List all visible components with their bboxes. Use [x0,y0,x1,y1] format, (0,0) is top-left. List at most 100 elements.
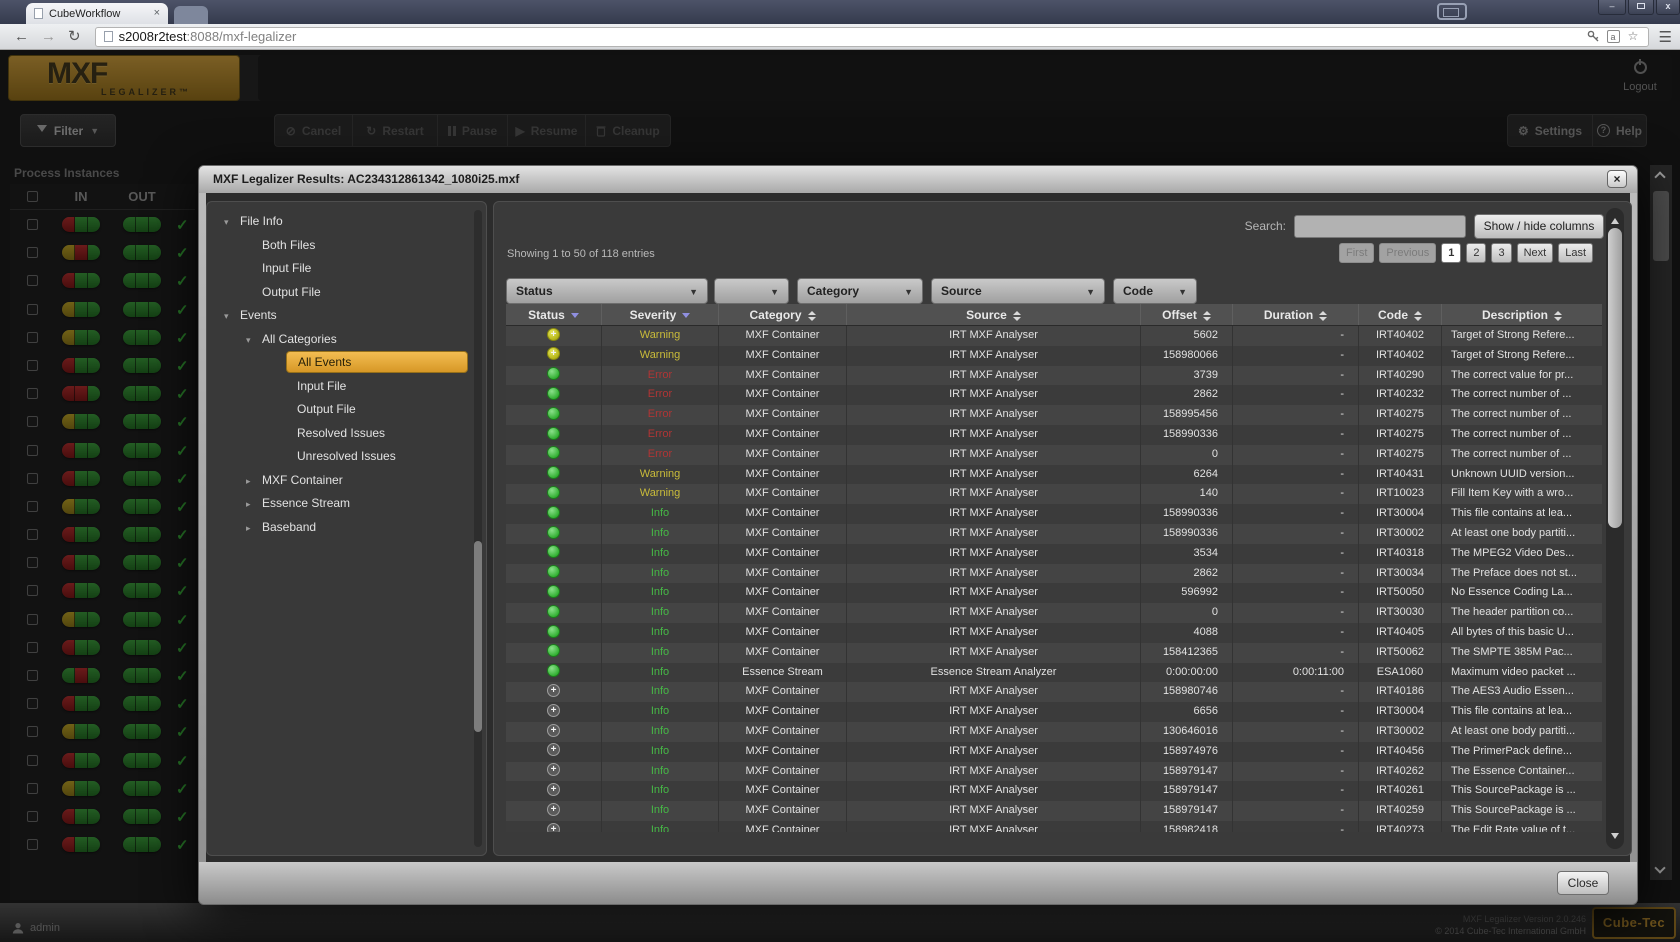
table-row[interactable]: InfoMXF ContainerIRT MXF Analyser1584123… [506,643,1602,663]
tree-item-all-categories[interactable]: ▾All Categories [207,328,486,352]
table-row[interactable]: InfoMXF ContainerIRT MXF Analyser1589903… [506,524,1602,544]
scroll-down-icon[interactable] [1654,862,1665,873]
window-minimize-button[interactable]: – [1598,0,1626,15]
offset-cell: 158974976 [1141,742,1233,762]
table-row[interactable]: InfoMXF ContainerIRT MXF Analyser6656-IR… [506,702,1602,722]
table-row[interactable]: InfoMXF ContainerIRT MXF Analyser1589791… [506,781,1602,801]
table-row[interactable]: InfoMXF ContainerIRT MXF Analyser1306460… [506,722,1602,742]
table-row[interactable]: InfoMXF ContainerIRT MXF Analyser1589749… [506,742,1602,762]
table-row[interactable]: InfoEssence StreamEssence Stream Analyze… [506,663,1602,683]
sort-both-icon [808,307,816,325]
table-row[interactable]: InfoMXF ContainerIRT MXF Analyser1589903… [506,504,1602,524]
events-table: StatusSeverity Category SourceOffsetDurati… [506,304,1602,832]
column-header-description[interactable]: Description [1442,304,1602,325]
filter-select-source[interactable]: ▼Source [931,278,1105,304]
severity-cell: Info [602,544,719,564]
table-row[interactable]: InfoMXF ContainerIRT MXF Analyser1589807… [506,682,1602,702]
translate-icon[interactable]: a [1607,30,1620,43]
page-button-2[interactable]: 2 [1466,243,1486,263]
search-input[interactable] [1294,215,1466,238]
table-row[interactable]: InfoMXF ContainerIRT MXF Analyser1589791… [506,762,1602,782]
table-row[interactable]: ErrorMXF ContainerIRT MXF Analyser2862-I… [506,385,1602,405]
table-row[interactable]: InfoMXF ContainerIRT MXF Analyser2862-IR… [506,564,1602,584]
results-table-panel: Search: Show / hide columns Showing 1 to… [493,201,1632,856]
page-button-first[interactable]: First [1339,243,1374,263]
table-row[interactable]: WarningMXF ContainerIRT MXF Analyser140-… [506,484,1602,504]
severity-cell: Info [602,682,719,702]
showing-entries-text: Showing 1 to 50 of 118 entries [507,248,655,260]
tree-item-input-file[interactable]: ▾Input File [207,257,486,281]
filter-select-severity[interactable]: ▼Severity [714,278,789,304]
tree-item-baseband[interactable]: ▸Baseband [207,516,486,540]
page-scrollbar-thumb[interactable] [1653,191,1669,261]
page-button-1[interactable]: 1 [1441,243,1461,263]
column-header-status[interactable]: Status [506,304,602,325]
column-header-code[interactable]: Code [1359,304,1442,325]
scroll-up-icon[interactable] [1654,171,1665,182]
browser-menu-icon[interactable]: ☰ [1659,28,1672,46]
filter-select-category[interactable]: ▼Category [797,278,923,304]
page-button-previous[interactable]: Previous [1379,243,1436,263]
tree-item-output-file[interactable]: ▾Output File [207,281,486,305]
back-button[interactable]: ← [14,27,29,47]
table-row[interactable]: ErrorMXF ContainerIRT MXF Analyser158995… [506,405,1602,425]
page-scrollbar[interactable] [1650,165,1672,880]
scroll-up-icon[interactable] [1611,214,1619,224]
window-maximize-button[interactable] [1628,0,1654,15]
window-close-button[interactable]: x [1656,0,1680,15]
tree-scrollbar-thumb[interactable] [474,541,482,732]
tree-item-label: Both Files [262,238,315,252]
browser-tab[interactable]: CubeWorkflow × [26,3,168,24]
table-row[interactable]: WarningMXF ContainerIRT MXF Analyser1589… [506,346,1602,366]
key-icon[interactable] [1587,30,1600,43]
tree-item-unresolved-issues[interactable]: ▾Unresolved Issues [207,445,486,469]
tree-item-essence-stream[interactable]: ▸Essence Stream [207,492,486,516]
tree-item-all-events[interactable]: ▾All Events [207,351,486,375]
table-row[interactable]: ErrorMXF ContainerIRT MXF Analyser158990… [506,425,1602,445]
close-button[interactable]: Close [1557,871,1609,895]
column-header-offset[interactable]: Offset [1141,304,1233,325]
column-header-category[interactable]: Category [719,304,847,325]
bookmark-star-icon[interactable]: ☆ [1627,30,1640,43]
column-header-duration[interactable]: Duration [1233,304,1359,325]
tree-item-output-file[interactable]: ▾Output File [207,398,486,422]
tree-item-resolved-issues[interactable]: ▾Resolved Issues [207,422,486,446]
tree-scrollbar[interactable] [474,210,482,847]
column-label: Category [749,308,801,322]
tab-stub[interactable] [174,6,208,24]
forward-button[interactable]: → [41,27,56,47]
table-row[interactable]: InfoMXF ContainerIRT MXF Analyser4088-IR… [506,623,1602,643]
table-row[interactable]: ErrorMXF ContainerIRT MXF Analyser3739-I… [506,366,1602,386]
tree-item-mxf-container[interactable]: ▸MXF Container [207,469,486,493]
filter-select-status[interactable]: ▼Status [506,278,708,304]
table-scrollbar[interactable] [1606,208,1624,849]
table-row[interactable]: InfoMXF ContainerIRT MXF Analyser1589791… [506,801,1602,821]
table-row[interactable]: InfoMXF ContainerIRT MXF Analyser0-IRT30… [506,603,1602,623]
table-row[interactable]: WarningMXF ContainerIRT MXF Analyser5602… [506,326,1602,346]
status-cell [506,583,602,603]
tree-item-both-files[interactable]: ▾Both Files [207,234,486,258]
column-header-source[interactable]: Source [847,304,1141,325]
duration-cell: - [1233,682,1359,702]
table-row[interactable]: WarningMXF ContainerIRT MXF Analyser6264… [506,465,1602,485]
tree-item-file-info[interactable]: ▾File Info [207,210,486,234]
url-bar[interactable]: s2008r2test :8088/mxf-legalizer a ☆ [95,27,1649,47]
dialog-close-icon[interactable]: × [1607,170,1627,188]
show-hide-columns-button[interactable]: Show / hide columns [1474,214,1604,239]
table-row[interactable]: InfoMXF ContainerIRT MXF Analyser596992-… [506,583,1602,603]
tree-item-events[interactable]: ▾Events [207,304,486,328]
table-row[interactable]: InfoMXF ContainerIRT MXF Analyser3534-IR… [506,544,1602,564]
page-button-next[interactable]: Next [1517,243,1554,263]
table-scrollbar-thumb[interactable] [1608,228,1622,528]
column-header-severity[interactable]: Severity [602,304,719,325]
tree-item-input-file[interactable]: ▾Input File [207,375,486,399]
table-row[interactable]: InfoMXF ContainerIRT MXF Analyser1589824… [506,821,1602,832]
page-button-3[interactable]: 3 [1491,243,1511,263]
page-button-last[interactable]: Last [1558,243,1593,263]
reload-button[interactable]: ↻ [68,27,81,47]
offset-cell: 158995456 [1141,405,1233,425]
tab-close-icon[interactable]: × [154,8,160,19]
table-row[interactable]: ErrorMXF ContainerIRT MXF Analyser0-IRT4… [506,445,1602,465]
scroll-down-icon[interactable] [1611,833,1619,843]
filter-select-code[interactable]: ▼Code [1113,278,1197,304]
